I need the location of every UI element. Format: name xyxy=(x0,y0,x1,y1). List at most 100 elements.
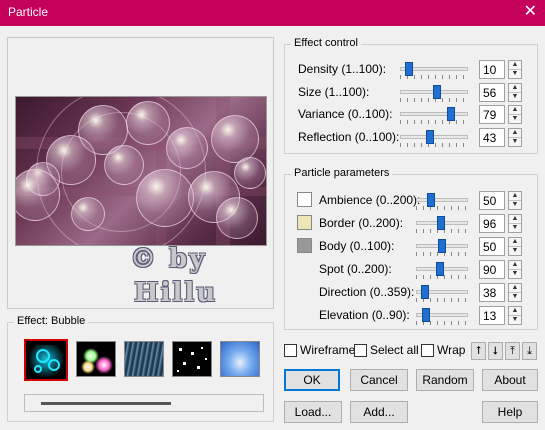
effect-control-value-input[interactable]: 56 xyxy=(479,82,505,102)
watermark-line1: © by xyxy=(130,244,207,274)
wrap-checkbox[interactable] xyxy=(421,344,434,357)
spin-down-icon[interactable]: ▼ xyxy=(509,69,521,77)
effect-control-spinner[interactable]: ▲ ▼ xyxy=(508,105,522,124)
effect-label: Effect: Bubble xyxy=(14,315,89,327)
title-bar: Particle ✕ xyxy=(0,0,545,26)
particle-param-swatch[interactable] xyxy=(297,238,312,253)
effect-control-slider[interactable] xyxy=(400,112,468,116)
effect-thumb-bubble[interactable] xyxy=(24,339,68,381)
about-button[interactable]: About xyxy=(482,369,538,391)
particle-param-slider-thumb[interactable] xyxy=(436,262,444,276)
effect-thumb-snow[interactable] xyxy=(172,341,212,377)
move-up-button[interactable]: ⭡ xyxy=(471,342,486,360)
particle-param-value-input[interactable]: 96 xyxy=(479,214,505,233)
close-icon[interactable]: ✕ xyxy=(524,3,537,21)
spin-down-icon[interactable]: ▼ xyxy=(509,200,521,208)
particle-param-label: Spot (0..200): xyxy=(319,262,392,276)
particle-param-value-input[interactable]: 38 xyxy=(479,283,505,302)
wireframe-checkbox[interactable] xyxy=(284,344,297,357)
spin-up-icon[interactable]: ▲ xyxy=(509,106,521,114)
move-down-button[interactable]: ⭣ xyxy=(488,342,503,360)
move-bottom-button[interactable]: ⤓ xyxy=(522,342,537,360)
effect-control-slider-thumb[interactable] xyxy=(426,129,434,144)
cancel-button[interactable]: Cancel xyxy=(350,369,408,391)
spin-up-icon[interactable]: ▲ xyxy=(509,129,521,137)
effect-control-slider-thumb[interactable] xyxy=(447,107,455,121)
particle-param-spinner[interactable]: ▲ ▼ xyxy=(508,191,522,210)
particle-param-swatch[interactable] xyxy=(297,192,312,207)
particle-param-value-input[interactable]: 13 xyxy=(479,306,505,325)
particle-param-slider-thumb[interactable] xyxy=(437,216,445,230)
effect-thumb-rain[interactable] xyxy=(124,341,164,377)
spin-down-icon[interactable]: ▼ xyxy=(509,91,521,100)
particle-param-label: Ambience (0..200): xyxy=(319,193,421,207)
spin-up-icon[interactable]: ▲ xyxy=(509,215,521,223)
spin-up-icon[interactable]: ▲ xyxy=(509,61,521,69)
scrollbar-thumb[interactable] xyxy=(41,402,171,405)
effect-control-slider-thumb[interactable] xyxy=(433,84,441,99)
spin-up-icon[interactable]: ▲ xyxy=(509,261,521,269)
effect-control-spinner[interactable]: ▲ ▼ xyxy=(508,82,522,102)
particle-param-label: Elevation (0..90): xyxy=(319,308,410,322)
spin-down-icon[interactable]: ▼ xyxy=(509,315,521,323)
wrap-label: Wrap xyxy=(437,343,466,357)
particle-param-value-input[interactable]: 90 xyxy=(479,260,505,279)
random-button[interactable]: Random xyxy=(416,369,474,391)
particle-param-label: Body (0..100): xyxy=(319,239,395,253)
spin-up-icon[interactable]: ▲ xyxy=(509,307,521,315)
effect-thumb-clouds[interactable] xyxy=(220,341,260,377)
particle-param-slider[interactable] xyxy=(416,198,468,202)
window-title: Particle xyxy=(8,5,49,19)
particle-param-spinner[interactable]: ▲ ▼ xyxy=(508,214,522,233)
effect-scrollbar[interactable] xyxy=(24,394,264,412)
particle-param-spinner[interactable]: ▲ ▼ xyxy=(508,283,522,302)
particle-param-label: Direction (0..359): xyxy=(319,285,415,299)
effect-control-label: Density (1..100): xyxy=(298,62,387,76)
spin-down-icon[interactable]: ▼ xyxy=(509,269,521,277)
particle-parameters-label: Particle parameters xyxy=(291,167,393,179)
wireframe-label: Wireframe xyxy=(300,343,356,357)
add-button[interactable]: Add... xyxy=(350,401,408,423)
particle-param-label: Border (0..200): xyxy=(319,216,404,230)
effect-control-label: Size (1..100): xyxy=(298,84,370,99)
particle-param-value-input[interactable]: 50 xyxy=(479,191,505,210)
particle-param-slider-ticks xyxy=(416,206,468,210)
effect-control-value-input[interactable]: 79 xyxy=(479,105,505,124)
effect-control-label: Reflection (0..100): xyxy=(298,129,400,144)
particle-param-swatch[interactable] xyxy=(297,215,312,230)
particle-param-slider-thumb[interactable] xyxy=(427,193,435,207)
spin-down-icon[interactable]: ▼ xyxy=(509,136,521,145)
spin-up-icon[interactable]: ▲ xyxy=(509,192,521,200)
effect-control-slider[interactable] xyxy=(400,134,468,139)
spin-down-icon[interactable]: ▼ xyxy=(509,292,521,300)
effect-control-label: Effect control xyxy=(291,37,361,49)
particle-param-slider-thumb[interactable] xyxy=(421,285,429,299)
watermark-line2: Hillu xyxy=(134,278,218,308)
effect-control-slider-ticks xyxy=(400,142,468,147)
effect-control-spinner[interactable]: ▲ ▼ xyxy=(508,127,522,147)
effect-control-spinner[interactable]: ▲ ▼ xyxy=(508,60,522,79)
particle-param-spinner[interactable]: ▲ ▼ xyxy=(508,306,522,325)
effect-control-value-input[interactable]: 10 xyxy=(479,60,505,79)
spin-up-icon[interactable]: ▲ xyxy=(509,238,521,246)
preview-image xyxy=(15,96,267,246)
help-button[interactable]: Help xyxy=(482,401,538,423)
spin-down-icon[interactable]: ▼ xyxy=(509,114,521,122)
spin-down-icon[interactable]: ▼ xyxy=(509,246,521,254)
spin-up-icon[interactable]: ▲ xyxy=(509,84,521,92)
particle-param-slider-thumb[interactable] xyxy=(438,239,446,253)
particle-param-spinner[interactable]: ▲ ▼ xyxy=(508,260,522,279)
load-button[interactable]: Load... xyxy=(284,401,342,423)
effect-control-slider-thumb[interactable] xyxy=(405,62,413,76)
particle-param-slider-thumb[interactable] xyxy=(422,308,430,322)
spin-up-icon[interactable]: ▲ xyxy=(509,284,521,292)
ok-button[interactable]: OK xyxy=(284,369,340,391)
select-all-checkbox[interactable] xyxy=(354,344,367,357)
particle-param-value-input[interactable]: 50 xyxy=(479,237,505,256)
effect-thumb-sparkle[interactable] xyxy=(76,341,116,377)
particle-param-spinner[interactable]: ▲ ▼ xyxy=(508,237,522,256)
effect-control-slider-ticks xyxy=(400,120,468,124)
effect-control-value-input[interactable]: 43 xyxy=(479,127,505,147)
spin-down-icon[interactable]: ▼ xyxy=(509,223,521,231)
move-top-button[interactable]: ⤒ xyxy=(505,342,520,360)
